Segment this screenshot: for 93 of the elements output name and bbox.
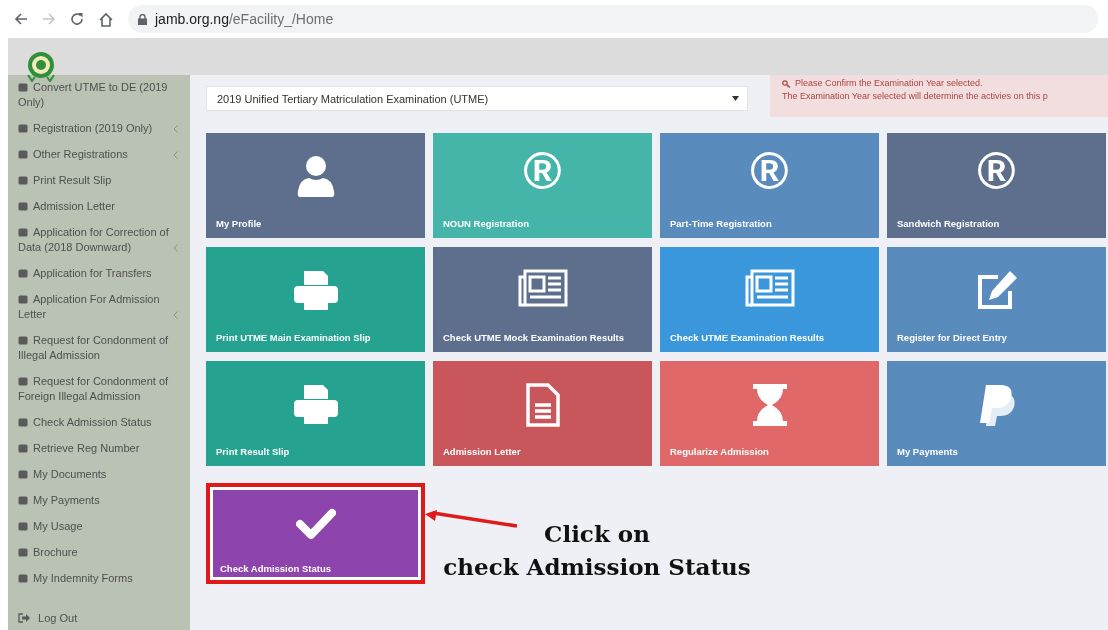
menu-tile[interactable]: Register for Direct Entry xyxy=(887,247,1106,352)
tile-label: Admission Letter xyxy=(443,446,521,457)
sidebar-item[interactable]: Convert UTME to DE (2019 Only) xyxy=(8,75,190,116)
menu-icon xyxy=(18,228,28,237)
menu-tile[interactable]: Check Admission Status xyxy=(206,483,425,584)
registered-icon: ® xyxy=(523,145,562,197)
url-path: /eFacility_/Home xyxy=(228,11,334,27)
menu-icon xyxy=(18,176,28,185)
chevron-icon xyxy=(173,244,178,252)
document-icon xyxy=(525,383,560,427)
annotation-text: check Admission Status xyxy=(443,552,751,582)
reload-icon[interactable] xyxy=(70,12,84,26)
tile-label: Check UTME Examination Results xyxy=(670,332,825,343)
menu-tile[interactable]: Print UTME Main Examination Slip xyxy=(206,247,425,352)
chevron-icon xyxy=(173,311,178,319)
hourglass-icon xyxy=(751,383,788,427)
back-icon[interactable] xyxy=(14,12,28,26)
exam-year-select[interactable]: 2019 Unified Tertiary Matriculation Examination (UTME) xyxy=(206,86,748,111)
menu-icon xyxy=(18,470,28,479)
tile-label: Check UTME Mock Examination Results xyxy=(443,332,625,343)
printer-icon xyxy=(292,383,339,425)
menu-icon xyxy=(18,496,28,505)
menu-icon xyxy=(18,150,28,159)
sidebar-item[interactable]: Registration (2019 Only) xyxy=(8,116,190,142)
sidebar-item[interactable]: My Payments xyxy=(8,488,190,514)
chevron-icon xyxy=(173,125,178,133)
sidebar-item[interactable]: Request for Condonment of Foreign Illegal Admission xyxy=(8,369,190,410)
menu-tile[interactable]: Print Result Slip xyxy=(206,361,425,466)
menu-tile[interactable]: Admission Letter xyxy=(433,361,652,466)
newspaper-icon xyxy=(517,269,568,307)
tile-label: Register for Direct Entry xyxy=(897,332,1007,343)
person-icon xyxy=(296,155,335,197)
tile-label: My Profile xyxy=(216,218,262,229)
seal-logo xyxy=(25,50,57,82)
lock-icon xyxy=(138,13,147,25)
menu-icon xyxy=(18,418,28,427)
sidebar-item[interactable]: Application for Correction of Data (2018 Downward) xyxy=(8,220,190,261)
logout-icon xyxy=(18,613,30,623)
address-bar[interactable]: jamb.org.ng/eFacility_/Home xyxy=(128,5,1098,33)
sidebar-item[interactable]: Application For Admission Letter xyxy=(8,287,190,328)
menu-tile[interactable]: Regularize Admission xyxy=(660,361,879,466)
key-icon xyxy=(782,79,791,88)
payment-logo-icon xyxy=(977,383,1016,427)
sidebar-item[interactable]: Request for Condonment of Illegal Admission xyxy=(8,328,190,369)
menu-icon xyxy=(18,444,28,453)
menu-icon xyxy=(18,548,28,557)
url-host: jamb.org.ng xyxy=(155,11,229,27)
sidebar-item[interactable]: My Documents xyxy=(8,462,190,488)
tile-label: Regularize Admission xyxy=(670,446,769,457)
sidebar-item[interactable]: My Usage xyxy=(8,514,190,540)
printer-icon xyxy=(292,269,339,311)
menu-tile[interactable]: Check UTME Examination Results xyxy=(660,247,879,352)
menu-tile[interactable]: ® Sandwich Registration xyxy=(887,133,1106,238)
menu-tile[interactable]: My Profile xyxy=(206,133,425,238)
sidebar-item[interactable]: Check Admission Status xyxy=(8,410,190,436)
tile-label: Sandwich Registration xyxy=(897,218,1000,229)
alert-text: The Examination Year selected will determine the activies on this p xyxy=(782,90,1049,103)
menu-tile[interactable]: Check UTME Mock Examination Results xyxy=(433,247,652,352)
registered-icon: ® xyxy=(977,145,1016,197)
menu-icon xyxy=(18,522,28,531)
menu-icon xyxy=(18,124,28,133)
chevron-icon xyxy=(173,151,178,159)
menu-tile[interactable]: ® NOUN Registration xyxy=(433,133,652,238)
tile-label: NOUN Registration xyxy=(443,218,530,229)
sidebar-item[interactable]: Brochure xyxy=(8,540,190,566)
sidebar-item[interactable]: My Indemnity Forms xyxy=(8,566,190,592)
menu-icon xyxy=(18,336,28,345)
sidebar-item[interactable]: Print Result Slip xyxy=(8,168,190,194)
tile-label: Print UTME Main Examination Slip xyxy=(216,332,371,343)
menu-tile[interactable]: ® Part-Time Registration xyxy=(660,133,879,238)
sidebar-item[interactable]: Application for Transfers xyxy=(8,261,190,287)
menu-icon xyxy=(18,269,28,278)
tile-label: Print Result Slip xyxy=(216,446,290,457)
checkmark-icon xyxy=(295,508,336,540)
menu-icon xyxy=(18,377,28,386)
menu-icon xyxy=(18,295,28,304)
logout-link[interactable]: Log Out xyxy=(38,612,78,624)
sidebar-item[interactable]: Other Registrations xyxy=(8,142,190,168)
home-icon[interactable] xyxy=(98,11,114,27)
tile-label: Check Admission Status xyxy=(220,563,332,574)
tile-label: Part-Time Registration xyxy=(670,218,772,229)
registered-icon: ® xyxy=(750,145,789,197)
menu-icon xyxy=(18,202,28,211)
sidebar-item[interactable]: Retrieve Reg Number xyxy=(8,436,190,462)
menu-icon xyxy=(18,83,28,92)
caret-icon xyxy=(732,96,739,101)
tile-label: My Payments xyxy=(897,446,958,457)
menu-tile[interactable]: My Payments xyxy=(887,361,1106,466)
sidebar-item[interactable]: Admission Letter xyxy=(8,194,190,220)
newspaper-icon xyxy=(744,269,795,307)
alert-text: Please Confirm the Examination Year selected. xyxy=(795,77,983,90)
menu-icon xyxy=(18,574,28,583)
annotation-text: Click on xyxy=(544,519,650,549)
